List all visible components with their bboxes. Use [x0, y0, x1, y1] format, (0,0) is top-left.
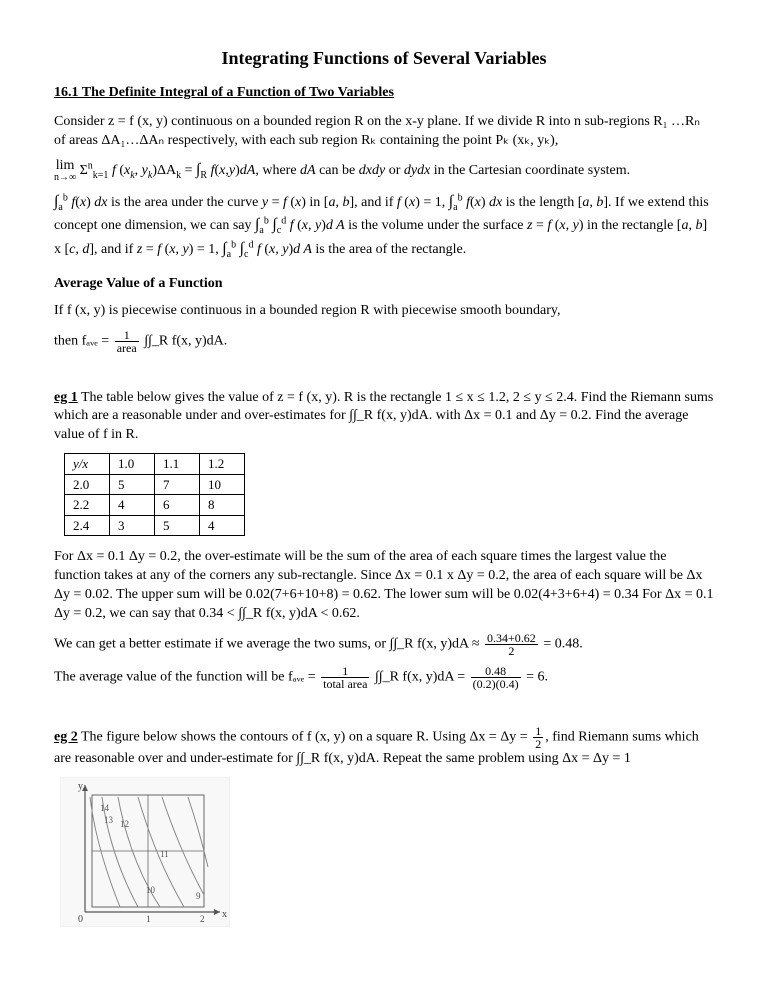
after-table-p2: We can get a better estimate if we avera… [54, 632, 714, 657]
avg-sum-fraction: 0.34+0.62 2 [483, 632, 540, 657]
table-header-cell: 1.1 [155, 454, 200, 475]
limit-notation: limn→∞ [54, 159, 76, 183]
table-cell: 8 [200, 495, 245, 516]
eg1-text: The table below gives the value of z = f… [54, 390, 713, 443]
avg-frac-num: 1 [115, 329, 139, 342]
intro-paragraph-3: ∫ab f(x) dx is the area under the curve … [54, 191, 714, 261]
data-table: y/x 1.0 1.1 1.2 2.0 5 7 10 2.2 4 6 8 2.4… [64, 453, 245, 536]
table-cell: 2.0 [65, 474, 110, 495]
table-row: y/x 1.0 1.1 1.2 [65, 454, 245, 475]
table-cell: 5 [155, 515, 200, 536]
eg2-text-a: The figure below shows the contours of f… [78, 730, 531, 745]
y-axis-label: y [78, 781, 83, 792]
contour-svg: 14 13 12 11 10 9 y x 0 1 2 [60, 777, 230, 927]
contour-label: 11 [160, 849, 169, 859]
after-table-p1: For Δx = 0.1 Δy = 0.2, the over-estimate… [54, 548, 714, 624]
page-title: Integrating Functions of Several Variabl… [54, 46, 714, 70]
contour-label: 14 [100, 803, 110, 813]
section-heading: 16.1 The Definite Integral of a Function… [54, 84, 714, 103]
after-table-p3: The average value of the function will b… [54, 665, 714, 690]
table-cell: 10 [200, 474, 245, 495]
half-fraction: 12 [531, 725, 545, 750]
avg-pre: then fₐᵥₑ = [54, 333, 113, 348]
contour-figure: 14 13 12 11 10 9 y x 0 1 2 [60, 777, 230, 927]
avg-frac-den: area [115, 342, 139, 354]
result-fraction: 0.48 (0.2)(0.4) [469, 665, 523, 690]
p2-part-b: = 0.48. [543, 637, 582, 652]
p3-part-b: ∫∫_R f(x, y)dA = [375, 670, 469, 685]
table-row: 2.0 5 7 10 [65, 474, 245, 495]
table-cell: 7 [155, 474, 200, 495]
eg2-paragraph: eg 2 The figure below shows the contours… [54, 725, 714, 769]
table-header-cell: 1.2 [200, 454, 245, 475]
frac-den: 2 [485, 645, 538, 657]
table-cell: 3 [110, 515, 155, 536]
table-row: 2.2 4 6 8 [65, 495, 245, 516]
table-header-cell: y/x [65, 454, 110, 475]
contour-label: 12 [120, 819, 129, 829]
average-value-heading: Average Value of a Function [54, 275, 714, 294]
eg1-paragraph: eg 1 The table below gives the value of … [54, 389, 714, 446]
table-cell: 4 [110, 495, 155, 516]
origin-label: 0 [78, 914, 83, 925]
area-fraction: 1 total area [319, 665, 371, 690]
table-cell: 6 [155, 495, 200, 516]
frac-num: 1 [321, 665, 369, 678]
eg2-label: eg 2 [54, 730, 78, 745]
x-axis-label: x [222, 909, 227, 920]
table-row: 2.4 3 5 4 [65, 515, 245, 536]
frac-num: 1 [533, 725, 543, 738]
frac-num: 0.34+0.62 [485, 632, 538, 645]
intro-paragraph-2: limn→∞ Σnk=1 f (xk, yk)ΔAk = ∫R f(x,y)dA… [54, 159, 714, 183]
frac-den: 2 [533, 738, 543, 750]
avg-post: ∫∫_R f(x, y)dA. [144, 333, 227, 348]
tick-label: 1 [146, 914, 151, 924]
frac-den: total area [321, 678, 369, 690]
intro-paragraph-1: Consider z = f (x, y) continuous on a bo… [54, 113, 714, 151]
p2-part-a: We can get a better estimate if we avera… [54, 637, 483, 652]
table-cell: 5 [110, 474, 155, 495]
frac-den: (0.2)(0.4) [471, 678, 521, 690]
table-cell: 2.4 [65, 515, 110, 536]
p3-part-c: = 6. [526, 670, 548, 685]
eg1-label: eg 1 [54, 390, 78, 405]
table-cell: 4 [200, 515, 245, 536]
avg-fraction: 1 area [113, 329, 141, 354]
table-cell: 2.2 [65, 495, 110, 516]
avg-paragraph-2: then fₐᵥₑ = 1 area ∫∫_R f(x, y)dA. [54, 329, 714, 354]
contour-label: 10 [146, 885, 156, 895]
contour-label: 13 [104, 815, 114, 825]
table-header-cell: 1.0 [110, 454, 155, 475]
tick-label: 2 [200, 914, 205, 924]
frac-num: 0.48 [471, 665, 521, 678]
avg-paragraph-1: If f (x, y) is piecewise continuous in a… [54, 302, 714, 321]
contour-label: 9 [196, 891, 201, 901]
p3-part-a: The average value of the function will b… [54, 670, 319, 685]
